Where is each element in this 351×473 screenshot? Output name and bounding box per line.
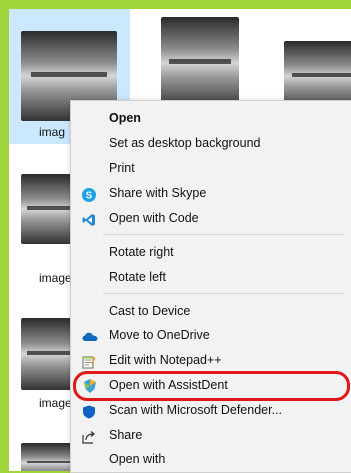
menu-separator [103,293,344,294]
menu-item-label: Share [109,428,143,442]
menu-item-label: Set as desktop background [109,136,261,150]
menu-item-print[interactable]: Print [71,156,351,180]
file-label: image [39,396,72,410]
svg-text:S: S [86,191,93,202]
menu-item-label: Open with Code [109,211,199,225]
menu-item-label: Open with [109,452,166,466]
file-label: imag [39,125,66,139]
highlight-annotation [73,371,350,401]
menu-item-label: Share with Skype [109,186,207,200]
menu-item-move-to-onedrive[interactable]: Move to OneDrive [71,323,351,347]
menu-item-label: Move to OneDrive [109,328,210,342]
menu-item-share-skype[interactable]: S Share with Skype [71,181,351,205]
file-tile[interactable] [9,439,81,471]
vscode-icon [82,211,96,226]
menu-item-open[interactable]: Open [71,106,351,130]
menu-item-rotate-right[interactable]: Rotate right [71,240,351,264]
context-menu: Open Set as desktop background Print S S… [70,100,351,473]
notepad-icon [82,353,96,369]
menu-item-edit-notepadpp[interactable]: Edit with Notepad++ [71,348,351,372]
menu-item-share[interactable]: Share [71,423,351,447]
menu-item-label: Rotate right [109,245,174,259]
menu-item-label: Cast to Device [109,304,191,318]
menu-item-set-desktop-background[interactable]: Set as desktop background [71,131,351,155]
defender-icon [82,403,96,419]
menu-item-label: Print [109,161,135,175]
file-label: image [39,271,72,285]
share-icon [82,428,96,444]
menu-item-cast-to-device[interactable]: Cast to Device [71,299,351,323]
menu-item-open-with[interactable]: Open with [71,447,351,471]
menu-item-label: Scan with Microsoft Defender... [109,403,282,417]
menu-item-scan-defender[interactable]: Scan with Microsoft Defender... [71,398,351,422]
menu-item-open-code[interactable]: Open with Code [71,206,351,230]
file-tile[interactable]: image [9,159,81,294]
menu-item-label: Rotate left [109,270,166,284]
file-tile[interactable]: image [9,304,81,424]
menu-item-label: Edit with Notepad++ [109,353,222,367]
skype-icon: S [82,186,96,202]
menu-item-label: Open [109,111,141,125]
menu-separator [103,234,344,235]
xray-thumbnail [161,17,239,109]
menu-item-rotate-left[interactable]: Rotate left [71,265,351,289]
onedrive-icon [82,328,98,342]
